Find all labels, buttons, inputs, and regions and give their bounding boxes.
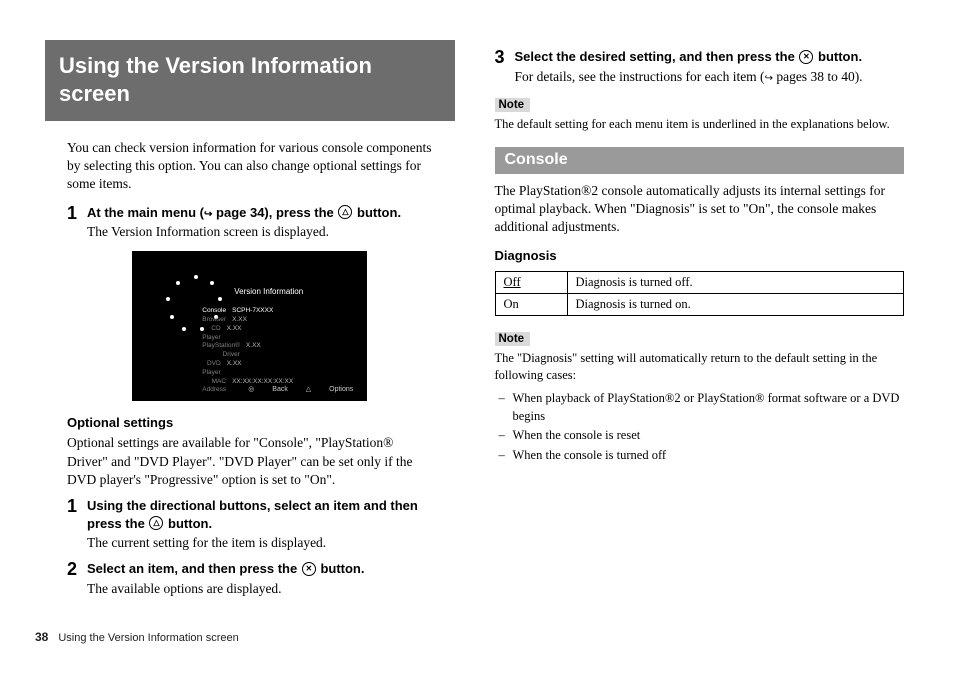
step-number: 1 (67, 497, 87, 552)
page-number: 38 (35, 630, 48, 644)
ss-row: DVD PlayerX.XX (202, 360, 282, 378)
step-title: Select an item, and then press the butto… (87, 560, 455, 578)
step-title: Using the directional buttons, select an… (87, 497, 455, 532)
triangle-button-icon (149, 516, 163, 530)
ss-back: ◎ Back (248, 386, 288, 393)
step-desc: The Version Information screen is displa… (87, 223, 455, 241)
opt-step-2: 2 Select an item, and then press the but… (67, 560, 455, 598)
step-title: Select the desired setting, and then pre… (515, 48, 905, 66)
opt-step-3: 3 Select the desired setting, and then p… (495, 48, 905, 86)
ss-row: PlayStation® DriverX.XX (202, 342, 282, 360)
list-item: When the console is turned off (513, 447, 905, 465)
step-desc: For details, see the instructions for ea… (515, 68, 905, 86)
left-column: Using the Version Information screen You… (45, 40, 455, 602)
main-heading: Using the Version Information screen (45, 40, 455, 121)
note-label: Note (495, 98, 531, 112)
text: Select an item, and then press the (87, 561, 301, 576)
right-column: 3 Select the desired setting, and then p… (495, 40, 905, 602)
x-button-icon (799, 50, 813, 64)
text: pages 38 to 40). (773, 69, 863, 84)
step-number: 2 (67, 560, 87, 598)
ss-title: Version Information (234, 287, 303, 296)
optional-settings-heading: Optional settings (67, 415, 455, 430)
triangle-button-icon (338, 205, 352, 219)
text: At the main menu ( (87, 205, 204, 220)
list-item: When playback of PlayStation®2 or PlaySt… (513, 390, 905, 425)
ss-list: ConsoleSCPH-7XXXXBrowserX.XXCD PlayerX.X… (202, 307, 282, 395)
step-desc: The current setting for the item is disp… (87, 534, 455, 552)
text: Using the directional buttons, select an… (87, 498, 418, 531)
step-1: 1 At the main menu ( page 34), press the… (67, 204, 455, 242)
text: button. (317, 561, 365, 576)
text: Select the desired setting, and then pre… (515, 49, 799, 64)
arrow-ref-icon (765, 69, 773, 84)
diagnosis-heading: Diagnosis (495, 248, 905, 263)
console-section-heading: Console (495, 147, 905, 174)
optional-settings-text: Optional settings are available for "Con… (67, 434, 433, 489)
console-text: The PlayStation®2 console automatically … (495, 182, 905, 237)
step-desc: The available options are displayed. (87, 580, 455, 598)
opt-step-1: 1 Using the directional buttons, select … (67, 497, 455, 552)
intro-text: You can check version information for va… (67, 139, 433, 194)
step-number: 1 (67, 204, 87, 242)
note-text-2: The "Diagnosis" setting will automatical… (495, 350, 905, 384)
ss-footer: ◎ Back △ Options (232, 385, 353, 393)
step-number: 3 (495, 48, 515, 86)
table-row: OffDiagnosis is turned off. (495, 272, 904, 294)
note-label-2: Note (495, 332, 531, 346)
text: button. (814, 49, 862, 64)
table-row: OnDiagnosis is turned on. (495, 294, 904, 316)
text: page 34), press the (212, 205, 337, 220)
note-dash-list: When playback of PlayStation®2 or PlaySt… (513, 390, 905, 464)
diagnosis-table: OffDiagnosis is turned off.OnDiagnosis i… (495, 271, 905, 316)
ss-row: CD PlayerX.XX (202, 325, 282, 343)
list-item: When the console is reset (513, 427, 905, 445)
footer-title: Using the Version Information screen (58, 632, 238, 644)
text: For details, see the instructions for ea… (515, 69, 765, 84)
ss-options: △ Options (306, 386, 353, 393)
ss-row: BrowserX.XX (202, 316, 282, 325)
x-button-icon (302, 562, 316, 576)
version-info-screenshot: Version Information ConsoleSCPH-7XXXXBro… (132, 251, 367, 401)
text: button. (353, 205, 401, 220)
page-footer: 38 Using the Version Information screen (35, 630, 239, 644)
ss-row: ConsoleSCPH-7XXXX (202, 307, 282, 316)
step-title: At the main menu ( page 34), press the b… (87, 204, 455, 222)
note-text: The default setting for each menu item i… (495, 116, 905, 133)
text: button. (164, 516, 212, 531)
